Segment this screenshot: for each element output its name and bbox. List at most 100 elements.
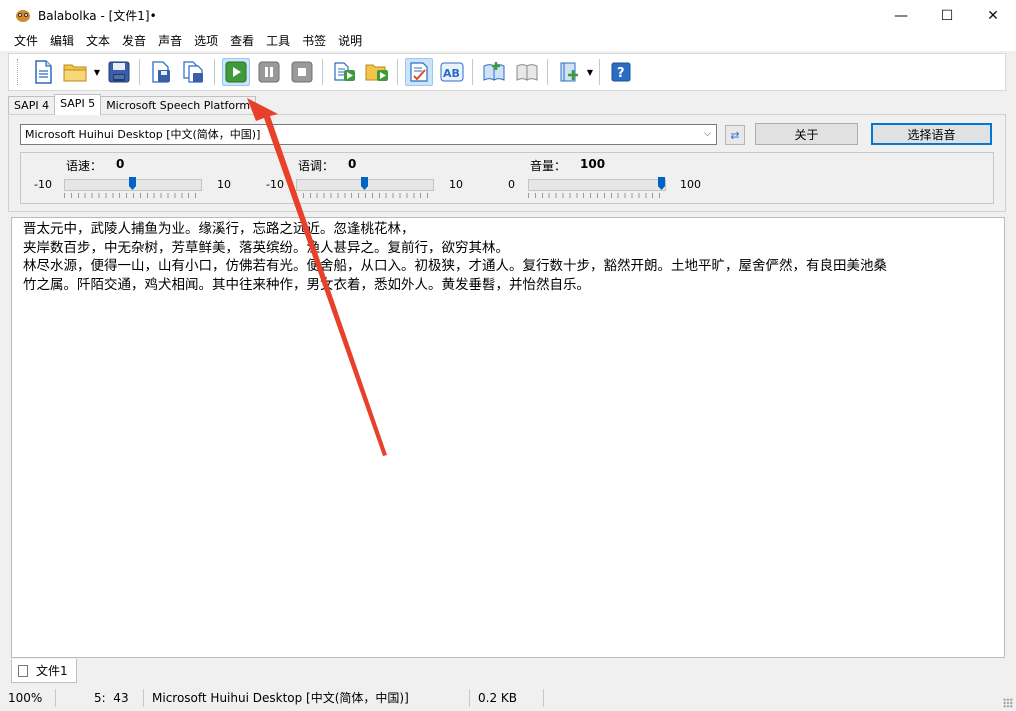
toolbar-separator bbox=[139, 59, 140, 85]
dictionary-dropdown-button[interactable]: ▼ bbox=[585, 58, 595, 86]
toolbar-separator bbox=[214, 59, 215, 85]
toolbar-separator bbox=[599, 59, 600, 85]
new-document-button[interactable] bbox=[29, 58, 57, 86]
save-button[interactable] bbox=[105, 58, 133, 86]
tab-sapi5[interactable]: SAPI 5 bbox=[54, 94, 102, 115]
chevron-down-icon: ⌵ bbox=[704, 129, 711, 139]
open-button[interactable] bbox=[62, 58, 90, 86]
close-button[interactable]: ✕ bbox=[970, 0, 1016, 31]
choose-voice-button[interactable]: 选择语音 bbox=[871, 123, 992, 145]
menu-edit[interactable]: 编辑 bbox=[44, 31, 80, 51]
toolbar-separator bbox=[322, 59, 323, 85]
pause-button[interactable] bbox=[255, 58, 283, 86]
bookmarks-icon bbox=[516, 64, 537, 81]
spell-check-button[interactable] bbox=[404, 58, 433, 86]
pitch-min: -10 bbox=[266, 178, 284, 191]
pitch-slider-group: 语调： 0 -10 10 bbox=[253, 153, 503, 203]
text-line: 晋太元中，武陵人捕鱼为业。缘溪行，忘路之远近。忽逢桃花林， bbox=[23, 221, 415, 237]
minimize-button[interactable]: — bbox=[878, 0, 924, 31]
volume-max: 100 bbox=[680, 178, 701, 191]
toolbar: ▼ AB ▼ ? bbox=[8, 53, 1006, 91]
menu-help[interactable]: 说明 bbox=[332, 31, 368, 51]
svg-text:?: ? bbox=[617, 66, 625, 81]
voice-select[interactable]: Microsoft Huihui Desktop [中文(简体，中国)] ⌵ bbox=[20, 124, 717, 145]
read-clipboard-button[interactable] bbox=[330, 58, 358, 86]
stop-icon bbox=[291, 61, 312, 83]
toolbar-separator bbox=[472, 59, 473, 85]
chevron-down-icon: ▼ bbox=[93, 67, 101, 77]
text-line: 夹岸数百步，中无杂树，芳草鲜美，落英缤纷。渔人甚异之。复前行，欲穷其林。 bbox=[23, 239, 509, 256]
spell-check-icon bbox=[409, 62, 428, 82]
menu-pronunciation[interactable]: 发音 bbox=[116, 31, 152, 51]
pause-icon bbox=[258, 61, 279, 83]
voice-select-value: Microsoft Huihui Desktop [中文(简体，中国)] bbox=[25, 128, 261, 141]
title-bar: Balabolka - [文件1]• — ☐ ✕ bbox=[0, 0, 1016, 31]
menu-file[interactable]: 文件 bbox=[8, 31, 44, 51]
tab-sapi4[interactable]: SAPI 4 bbox=[8, 96, 56, 115]
status-cursor-position: 5: 43 bbox=[56, 689, 144, 707]
app-window: Balabolka - [文件1]• — ☐ ✕ 文件 编辑 文本 发音 声音 … bbox=[0, 0, 1016, 711]
add-bookmark-button[interactable] bbox=[480, 58, 508, 86]
menu-options[interactable]: 选项 bbox=[188, 31, 224, 51]
help-icon: ? bbox=[611, 62, 630, 82]
close-icon: ✕ bbox=[987, 7, 999, 24]
doc-tab-file1[interactable]: 文件1 bbox=[11, 659, 77, 683]
play-button[interactable] bbox=[221, 58, 250, 86]
refresh-voices-button[interactable]: ⇄ bbox=[725, 125, 745, 145]
status-zoom: 100% bbox=[0, 689, 56, 707]
add-dictionary-icon bbox=[560, 62, 578, 82]
tab-speech-platform[interactable]: Microsoft Speech Platform bbox=[100, 96, 257, 115]
maximize-button[interactable]: ☐ bbox=[924, 0, 970, 31]
menu-bar: 文件 编辑 文本 发音 声音 选项 查看 工具 书签 说明 bbox=[0, 31, 1016, 51]
menu-view[interactable]: 查看 bbox=[224, 31, 260, 51]
document-icon bbox=[18, 664, 28, 677]
voice-panel: Microsoft Huihui Desktop [中文(简体，中国)] ⌵ ⇄… bbox=[8, 114, 1006, 212]
about-voice-button[interactable]: 关于 bbox=[755, 123, 858, 145]
read-file-icon bbox=[365, 64, 388, 81]
rate-label: 语速： bbox=[66, 159, 103, 173]
toolbar-grip[interactable] bbox=[17, 59, 20, 85]
toolbar-separator bbox=[397, 59, 398, 85]
volume-value: 100 bbox=[580, 157, 606, 171]
doc-tab-label: 文件1 bbox=[36, 664, 68, 678]
pitch-label: 语调： bbox=[298, 159, 335, 173]
text-editor[interactable]: 晋太元中，武陵人捕鱼为业。缘溪行，忘路之远近。忽逢桃花林， 夹岸数百步，中无杂树… bbox=[11, 217, 1005, 658]
maximize-icon: ☐ bbox=[940, 7, 954, 24]
volume-label: 音量： bbox=[530, 159, 567, 173]
pitch-ticks bbox=[296, 193, 434, 198]
pitch-value: 0 bbox=[348, 157, 357, 171]
add-bookmark-icon bbox=[483, 62, 504, 81]
toolbar-separator bbox=[547, 59, 548, 85]
add-dictionary-button[interactable] bbox=[555, 58, 583, 86]
volume-slider-group: 音量： 100 0 100 bbox=[485, 153, 735, 203]
menu-tools[interactable]: 工具 bbox=[260, 31, 296, 51]
save-audio-icon bbox=[151, 61, 170, 83]
text-line: 竹之属。阡陌交通，鸡犬相闻。其中往来种作，男女衣着，悉如外人。黄发垂髫，并怡然自… bbox=[23, 276, 590, 293]
stop-button[interactable] bbox=[288, 58, 316, 86]
rate-value: 0 bbox=[116, 157, 125, 171]
help-button[interactable]: ? bbox=[607, 58, 635, 86]
chevron-down-icon: ▼ bbox=[586, 67, 594, 77]
menu-bookmarks[interactable]: 书签 bbox=[296, 31, 332, 51]
menu-text[interactable]: 文本 bbox=[80, 31, 116, 51]
pronunciation-button[interactable]: AB bbox=[438, 58, 466, 86]
open-dropdown-button[interactable]: ▼ bbox=[92, 58, 102, 86]
menu-speech[interactable]: 声音 bbox=[152, 31, 188, 51]
open-folder-icon bbox=[63, 64, 86, 82]
window-title: Balabolka - [文件1]• bbox=[38, 9, 157, 23]
resize-grip[interactable] bbox=[1003, 698, 1013, 708]
balabolka-logo-icon bbox=[14, 7, 32, 25]
text-line: 林尽水源，便得一山，山有小口，仿佛若有光。便舍船，从口入。初极狭，才通人。复行数… bbox=[23, 258, 887, 274]
split-audio-icon bbox=[182, 61, 203, 83]
split-audio-button[interactable] bbox=[180, 58, 208, 86]
bookmarks-button[interactable] bbox=[513, 58, 541, 86]
pitch-max: 10 bbox=[449, 178, 463, 191]
read-file-button[interactable] bbox=[363, 58, 391, 86]
new-document-icon bbox=[34, 60, 52, 84]
rate-min: -10 bbox=[34, 178, 52, 191]
volume-slider[interactable] bbox=[528, 179, 666, 191]
save-audio-button[interactable] bbox=[147, 58, 175, 86]
volume-min: 0 bbox=[508, 178, 515, 191]
save-icon bbox=[108, 61, 129, 83]
rate-max: 10 bbox=[217, 178, 231, 191]
